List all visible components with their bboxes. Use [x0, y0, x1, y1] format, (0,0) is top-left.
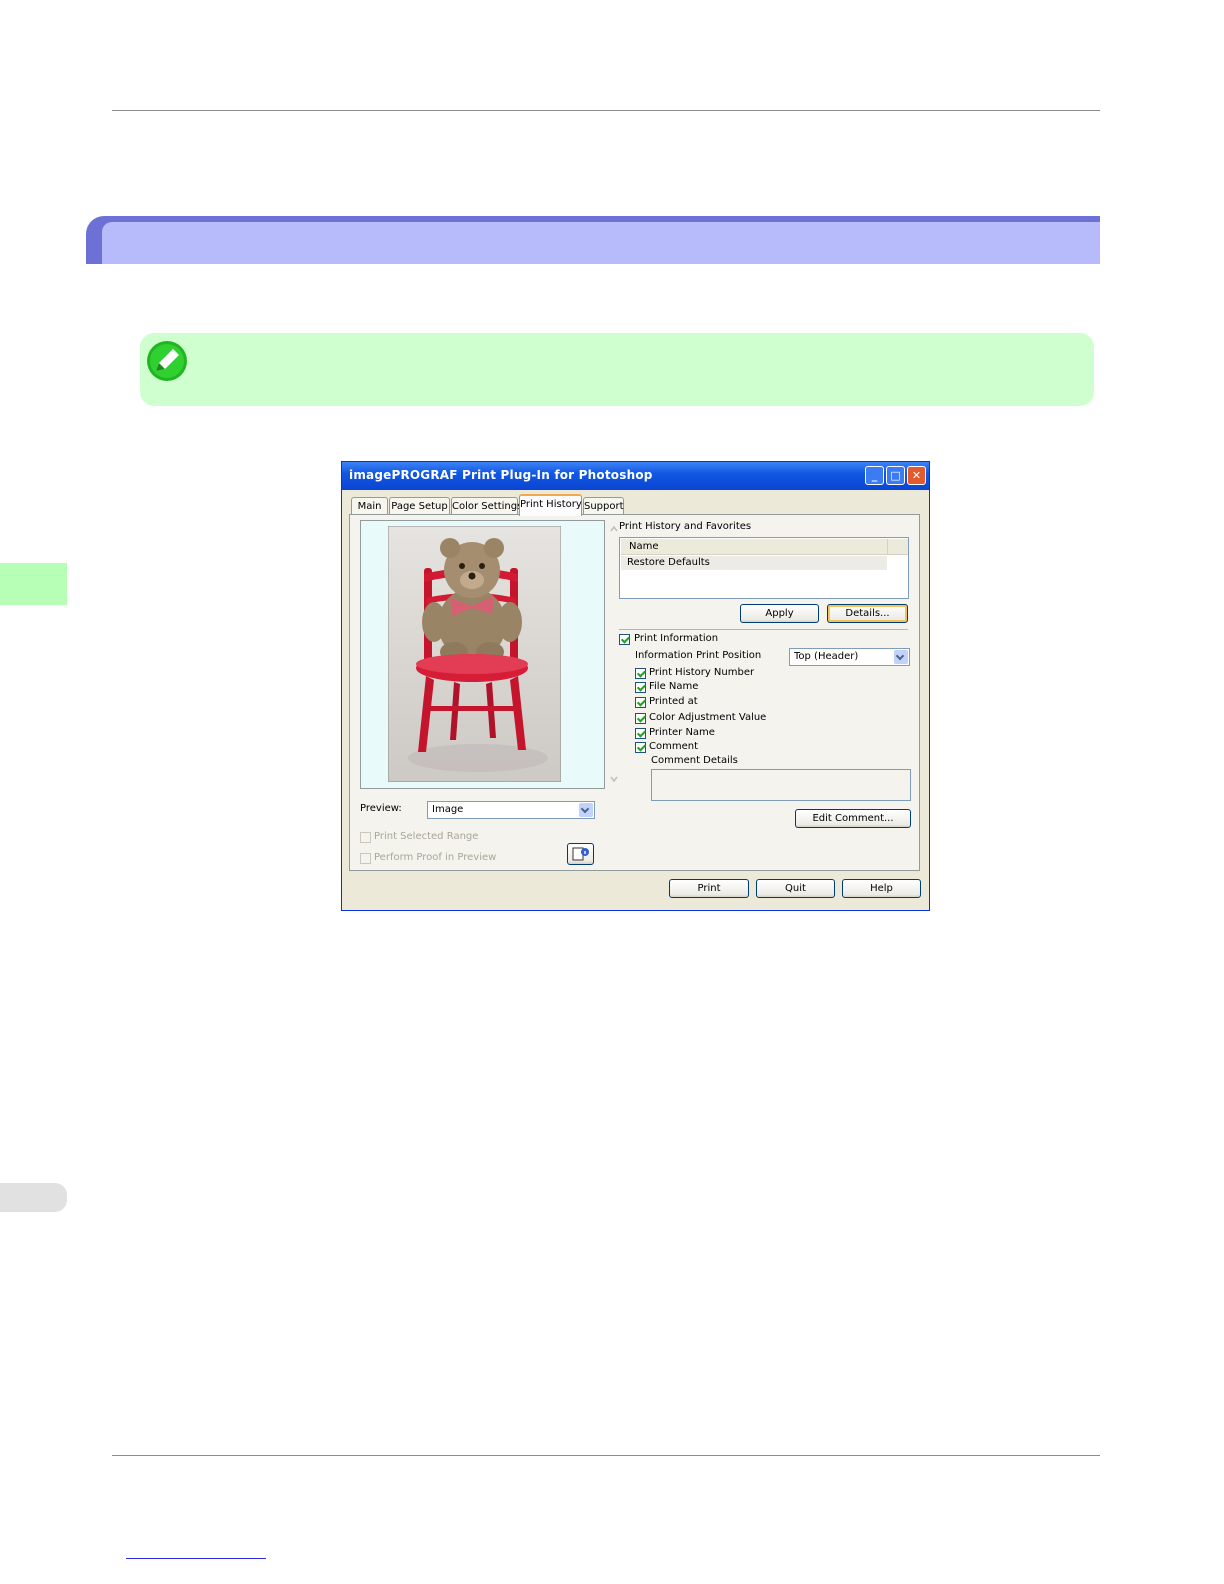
chapter-side-tab: [0, 563, 67, 605]
printed-at-checkbox[interactable]: [635, 697, 646, 708]
close-icon[interactable]: ✕: [907, 466, 926, 485]
note-box: [140, 333, 1094, 406]
window-title: imagePROGRAF Print Plug-In for Photoshop: [349, 468, 653, 482]
perform-proof-label: Perform Proof in Preview: [374, 852, 497, 863]
print-information-label: Print Information: [634, 633, 719, 644]
edit-comment-button[interactable]: Edit Comment...: [795, 809, 911, 828]
tab-color-settings[interactable]: Color Settings: [451, 497, 522, 515]
print-selected-range-checkbox[interactable]: [360, 832, 371, 843]
comment-details-label: Comment Details: [651, 755, 738, 766]
preview-image: [388, 526, 561, 782]
note-pencil-icon: [147, 341, 187, 381]
printed-at-label: Printed at: [649, 696, 698, 707]
position-select-value: Top (Header): [794, 651, 859, 662]
print-plugin-dialog: imagePROGRAF Print Plug-In for Photoshop…: [341, 461, 930, 911]
preview-info-button[interactable]: [567, 843, 594, 865]
tab-main[interactable]: Main: [351, 497, 388, 515]
divider: [619, 629, 908, 630]
side-index-tab: [0, 1183, 67, 1212]
comment-label: Comment: [649, 741, 698, 752]
file-name-label: File Name: [649, 681, 699, 692]
section-heading-bar-inner: [102, 222, 1100, 264]
print-information-checkbox[interactable]: [619, 634, 630, 645]
information-print-position-label: Information Print Position: [635, 650, 762, 661]
tab-page-setup[interactable]: Page Setup: [389, 497, 450, 515]
preview-select-value: Image: [432, 804, 464, 815]
footer-link-underline[interactable]: [126, 1558, 266, 1559]
history-column-name[interactable]: Name: [621, 539, 887, 555]
history-group-label: Print History and Favorites: [619, 521, 752, 532]
perform-proof-checkbox[interactable]: [360, 853, 371, 864]
comment-checkbox[interactable]: [635, 742, 646, 753]
color-adjustment-value-label: Color Adjustment Value: [649, 712, 767, 723]
information-print-position-select[interactable]: Top (Header): [789, 648, 910, 666]
scroll-down-icon[interactable]: [608, 773, 620, 785]
history-column-spacer: [887, 539, 908, 555]
header-rule: [112, 110, 1100, 111]
footer-rule: [112, 1455, 1100, 1456]
preview-select[interactable]: Image: [427, 801, 595, 819]
info-icon: [572, 847, 589, 861]
tab-print-history[interactable]: Print History: [519, 494, 582, 516]
print-history-number-label: Print History Number: [649, 667, 755, 678]
print-selected-range-label: Print Selected Range: [374, 831, 479, 842]
printer-name-label: Printer Name: [649, 727, 715, 738]
details-button[interactable]: Details...: [827, 604, 908, 623]
print-history-number-checkbox[interactable]: [635, 668, 646, 679]
preview-frame: [360, 520, 621, 789]
minimize-icon[interactable]: _: [865, 466, 884, 485]
tab-support[interactable]: Support: [583, 497, 624, 515]
file-name-checkbox[interactable]: [635, 682, 646, 693]
help-button[interactable]: Help: [842, 879, 921, 898]
quit-button[interactable]: Quit: [756, 879, 835, 898]
preview-label: Preview:: [360, 803, 402, 814]
comment-details-field: [651, 769, 911, 801]
title-bar: imagePROGRAF Print Plug-In for Photoshop…: [342, 462, 929, 490]
tab-panel: Preview: Image Print Selected Range Perf…: [349, 514, 920, 871]
history-list[interactable]: Name Restore Defaults: [619, 537, 909, 599]
chevron-down-icon[interactable]: [894, 650, 908, 664]
color-adjustment-value-checkbox[interactable]: [635, 713, 646, 724]
list-item[interactable]: Restore Defaults: [621, 556, 887, 570]
chevron-down-icon[interactable]: [579, 803, 593, 817]
maximize-icon[interactable]: □: [886, 466, 905, 485]
apply-button[interactable]: Apply: [740, 604, 819, 623]
print-button[interactable]: Print: [669, 879, 749, 898]
printer-name-checkbox[interactable]: [635, 728, 646, 739]
